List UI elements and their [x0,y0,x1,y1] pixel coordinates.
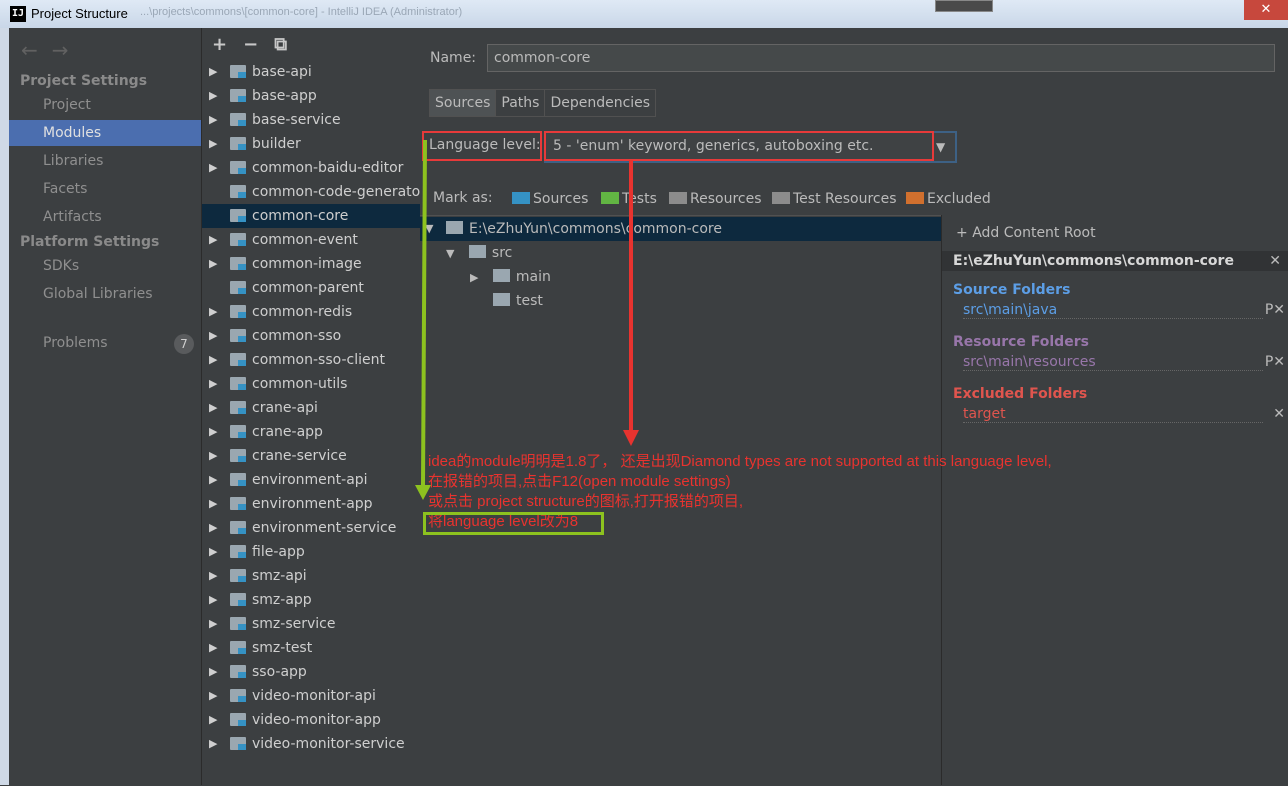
red-arrow-head [623,430,639,446]
annotation-line-2: 在报错的项目,点击F12(open module settings) [428,473,731,490]
annotation-highlight-box [423,512,604,535]
annotation-line-1: idea的module明明是1.8了， 还是出现Diamond types ar… [428,453,1052,470]
annotation-line-3: 或点击 project structure的图标,打开报错的项目, [428,493,744,510]
green-arrow-shaft [421,139,427,486]
annotation-arrows [415,139,639,500]
